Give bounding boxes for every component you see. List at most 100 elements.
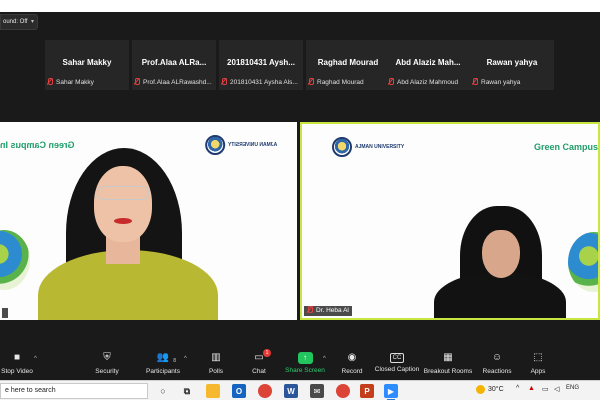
- people-icon: 👥 8: [156, 351, 176, 365]
- security-alert-icon[interactable]: ▲: [528, 385, 535, 392]
- name-tag: Dr. Heba Al: [304, 306, 352, 316]
- closed-caption-label: Closed Caption: [374, 366, 420, 373]
- cc-icon: CC: [390, 353, 404, 363]
- participants-button[interactable]: 👥 8 Participants: [145, 346, 181, 380]
- participant-name: Prof.Alaa ALRa...: [141, 58, 207, 67]
- participant-label: Abd Alaziz Mahmoud: [388, 78, 468, 88]
- closed-caption-button[interactable]: CC Closed Caption: [375, 346, 419, 380]
- logo-text: AJMAN UNIVERSITY: [228, 142, 278, 148]
- participant-thumbnail[interactable]: Raghad Mourad Raghad Mourad: [306, 40, 390, 90]
- record-button[interactable]: ◉ Record: [339, 346, 365, 380]
- person-face: [482, 230, 520, 278]
- lips: [114, 218, 132, 224]
- participant-thumbnail[interactable]: Abd Alaziz Mah... Abd Alaziz Mahmoud: [386, 40, 470, 90]
- participant-label-text: Rawan yahya: [481, 79, 521, 86]
- participant-thumbnail[interactable]: Rawan yahya Rawan yahya: [470, 40, 554, 90]
- participant-name: Raghad Mourad: [317, 58, 379, 67]
- mic-muted-icon: [388, 78, 394, 85]
- mic-muted-icon: [308, 78, 314, 85]
- chrome-icon[interactable]: [258, 384, 272, 398]
- breakout-rooms-button[interactable]: ▦ Breakout Rooms: [424, 346, 472, 380]
- name-tag-text: Dr. Heba Al: [316, 307, 349, 314]
- participant-name: 201810431 Aysh...: [227, 58, 295, 67]
- chat-bubble-icon: ▭ 1: [252, 349, 271, 365]
- chevron-up-icon[interactable]: ^: [34, 356, 37, 362]
- share-arrow-icon: ↑: [297, 352, 313, 364]
- participant-label: Raghad Mourad: [308, 78, 388, 88]
- chevron-up-icon[interactable]: ^: [323, 356, 326, 362]
- participant-thumbnail[interactable]: Sahar Makky Sahar Makky: [45, 40, 129, 90]
- chat-button[interactable]: ▭ 1 Chat: [247, 346, 271, 380]
- network-icon[interactable]: ▭: [542, 385, 549, 393]
- mic-muted-icon: [134, 78, 140, 85]
- sound-status-label: ound: Off: [3, 19, 28, 25]
- video-tile-left[interactable]: Green Campus In AJMAN UNIVERSITY: [0, 122, 297, 320]
- record-icon: ◉: [347, 352, 357, 363]
- outlook-icon[interactable]: O: [232, 384, 246, 398]
- participant-thumbnail[interactable]: 201810431 Aysh... 201810431 Aysha Als...: [219, 40, 303, 90]
- volume-icon[interactable]: ◁: [554, 385, 559, 393]
- share-screen-button[interactable]: ↑ Share Screen: [285, 346, 325, 380]
- reactions-label: Reactions: [482, 368, 512, 375]
- stop-video-label: Stop Video: [1, 368, 33, 375]
- language-indicator[interactable]: ENG: [566, 385, 579, 391]
- logo-text: AJMAN UNIVERSITY: [355, 144, 405, 150]
- zoom-icon[interactable]: ▶: [384, 384, 398, 400]
- chevron-up-icon[interactable]: ^: [184, 356, 187, 362]
- apps-button[interactable]: ⬚ Apps: [528, 346, 548, 380]
- windows-taskbar: e here to search ○ ⧉ O W ✉ P ▶ 30°C ^ ▲ …: [0, 380, 600, 400]
- mic-muted-icon: [47, 78, 53, 85]
- zoom-meeting-window: ound: Off ▾ Sahar Makky Sahar Makky Prof…: [0, 0, 600, 400]
- participants-count: 8: [173, 358, 176, 364]
- top-strip: [0, 0, 600, 12]
- sun-icon: [476, 385, 485, 394]
- participant-label-text: Sahar Makky: [56, 79, 94, 86]
- globe-graphic: [0, 230, 30, 290]
- person-body: [434, 272, 566, 318]
- grid-icon: ▦: [443, 352, 453, 363]
- bar-chart-icon: ▥: [211, 352, 221, 363]
- person-face: [94, 166, 152, 242]
- mail-icon[interactable]: ✉: [310, 384, 324, 398]
- share-screen-label: Share Screen: [285, 367, 325, 374]
- temperature-text: 30°C: [488, 386, 504, 393]
- university-logo: AJMAN UNIVERSITY: [332, 137, 404, 157]
- mic-muted-icon: [221, 78, 227, 85]
- original-sound-toggle[interactable]: ound: Off ▾: [0, 14, 38, 30]
- reactions-button[interactable]: ☺ Reactions: [482, 346, 512, 380]
- chat-badge: 1: [263, 349, 271, 357]
- weather-widget[interactable]: 30°C: [476, 385, 504, 394]
- name-tag: [2, 308, 8, 318]
- chrome-icon-2[interactable]: [336, 384, 350, 398]
- cortana-icon[interactable]: ○: [156, 384, 170, 398]
- mic-muted-icon: [472, 78, 478, 85]
- video-tile-right-active-speaker[interactable]: AJMAN UNIVERSITY Green Campus In Dr. Heb…: [300, 122, 600, 320]
- task-view-icon[interactable]: ⧉: [180, 384, 194, 398]
- participant-label: Prof.Alaa ALRawashd...: [134, 78, 214, 88]
- search-placeholder: e here to search: [5, 387, 56, 394]
- taskbar-search-input[interactable]: e here to search: [0, 383, 148, 399]
- mic-muted-icon: [307, 306, 313, 313]
- participant-thumbnail[interactable]: Prof.Alaa ALRa... Prof.Alaa ALRawashd...: [132, 40, 216, 90]
- file-explorer-icon[interactable]: [206, 384, 220, 398]
- word-icon[interactable]: W: [284, 384, 298, 398]
- smiley-plus-icon: ☺: [491, 352, 503, 363]
- security-button[interactable]: ⛨ Security: [92, 346, 122, 380]
- university-emblem-icon: [205, 135, 225, 155]
- apps-label: Apps: [530, 368, 546, 375]
- security-label: Security: [95, 368, 119, 375]
- participant-name: Abd Alaziz Mah...: [395, 58, 461, 67]
- polls-button[interactable]: ▥ Polls: [204, 346, 228, 380]
- banner-text: Green Campus In: [0, 140, 75, 150]
- stop-video-button[interactable]: ■ Stop Video: [1, 346, 33, 380]
- participant-label-text: Raghad Mourad: [317, 79, 364, 86]
- participant-label-text: 201810431 Aysha Als...: [230, 79, 298, 86]
- powerpoint-icon[interactable]: P: [360, 384, 374, 398]
- globe-graphic: [568, 232, 598, 292]
- banner-text: Green Campus In: [534, 142, 599, 152]
- participant-label: 201810431 Aysha Als...: [221, 78, 301, 88]
- meeting-controls-toolbar: ■ Stop Video ^ ⛨ Security 👥 8 Participant…: [0, 346, 600, 380]
- chevron-down-icon[interactable]: ▾: [31, 15, 34, 29]
- shield-icon: ⛨: [103, 352, 111, 363]
- chevron-up-icon[interactable]: ^: [516, 385, 519, 392]
